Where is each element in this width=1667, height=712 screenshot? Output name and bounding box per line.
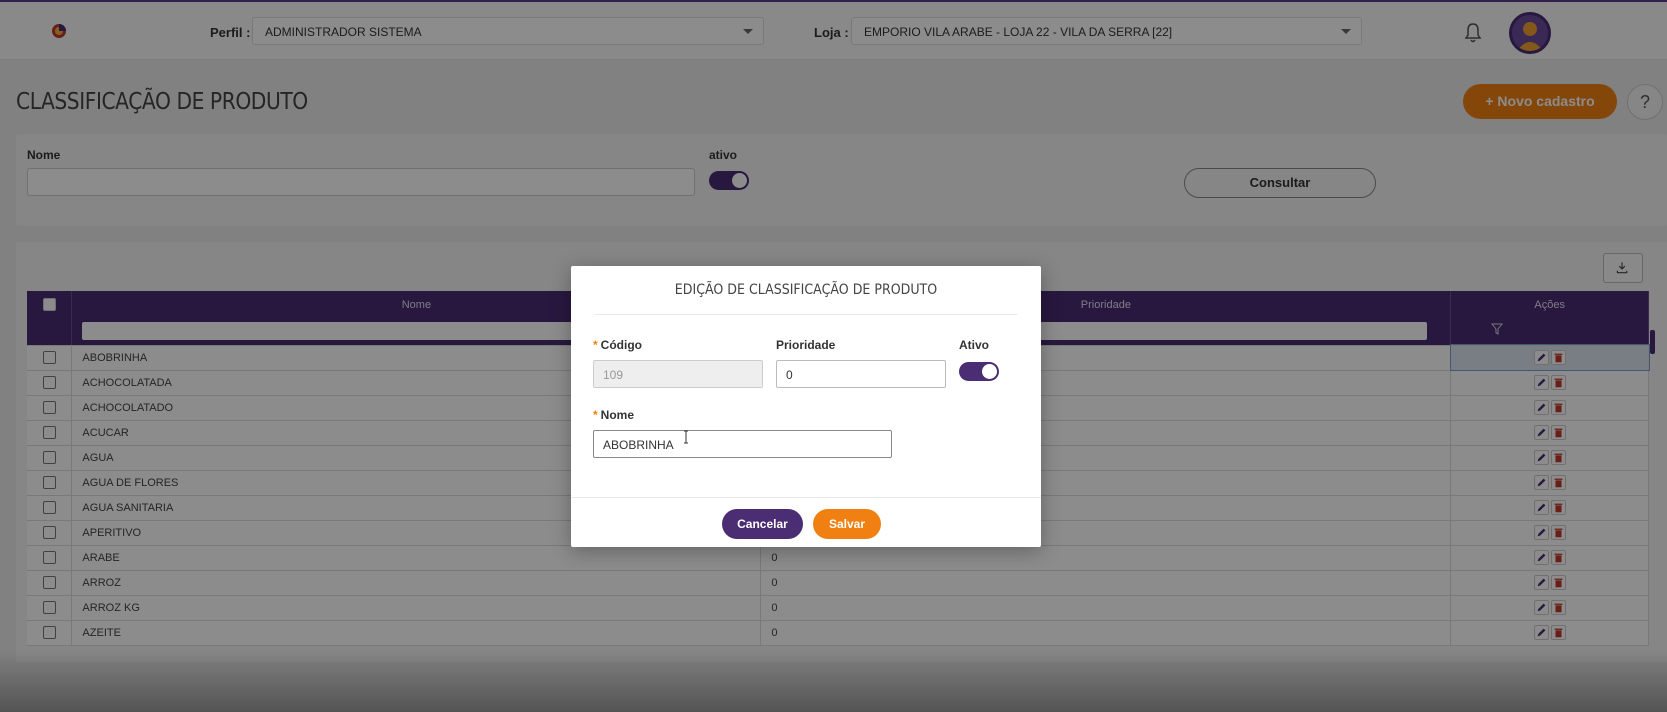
required-mark: *: [593, 338, 598, 352]
modal-footer: [571, 497, 1041, 547]
prioridade-input[interactable]: 0: [776, 360, 946, 388]
ativo-toggle[interactable]: [959, 362, 999, 381]
codigo-label: * Código: [593, 338, 642, 352]
codigo-label-text: Código: [600, 338, 642, 352]
edit-modal: EDIÇÃO DE CLASSIFICAÇÃO DE PRODUTO * Códi…: [571, 266, 1041, 547]
save-button[interactable]: Salvar: [813, 509, 881, 539]
nome-input[interactable]: ABOBRINHA: [593, 430, 892, 458]
modal-title: EDIÇÃO DE CLASSIFICAÇÃO DE PRODUTO: [594, 266, 1018, 315]
cancel-button[interactable]: Cancelar: [722, 509, 803, 539]
prioridade-label: Prioridade: [776, 338, 836, 352]
nome-label-text: Nome: [600, 408, 635, 422]
bottom-shadow: [0, 650, 1667, 712]
codigo-input: 109: [593, 360, 763, 388]
ativo-label: Ativo: [959, 338, 989, 352]
required-mark: *: [593, 408, 598, 422]
nome-label: * Nome: [593, 408, 634, 422]
toggle-knob: [982, 364, 997, 379]
text-cursor-icon: [684, 430, 688, 444]
